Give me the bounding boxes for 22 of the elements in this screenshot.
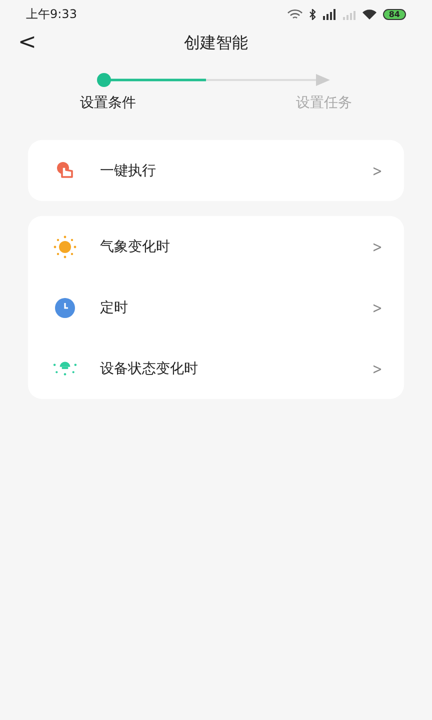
chevron-icon: > (372, 360, 383, 378)
option-label[interactable]: 设备状态变化时 (100, 360, 350, 378)
chevron-icon: > (372, 298, 383, 316)
wifi-icon (362, 8, 377, 20)
sun-icon (53, 234, 77, 258)
step-label: 设置任务 (295, 94, 353, 112)
bulb-icon (53, 361, 77, 376)
chevron-icon: > (372, 238, 383, 256)
page-title: 创建智能 (184, 32, 248, 54)
status-time: 上午9:33 (26, 6, 77, 22)
signal-icon (322, 8, 336, 20)
battery-icon: 84 (382, 8, 406, 20)
bluetooth-icon (308, 8, 316, 20)
signal-icon (342, 8, 356, 20)
option-label[interactable]: 一键执行 (100, 162, 350, 180)
option-label[interactable]: 气象变化时 (100, 238, 350, 256)
chevron-icon: > (372, 162, 383, 180)
step-label: 设置条件 (79, 94, 137, 112)
option-label[interactable]: 定时 (100, 298, 350, 316)
clock-icon (54, 296, 76, 318)
wifi-icon (286, 8, 303, 20)
back-button[interactable]: < (12, 28, 42, 58)
